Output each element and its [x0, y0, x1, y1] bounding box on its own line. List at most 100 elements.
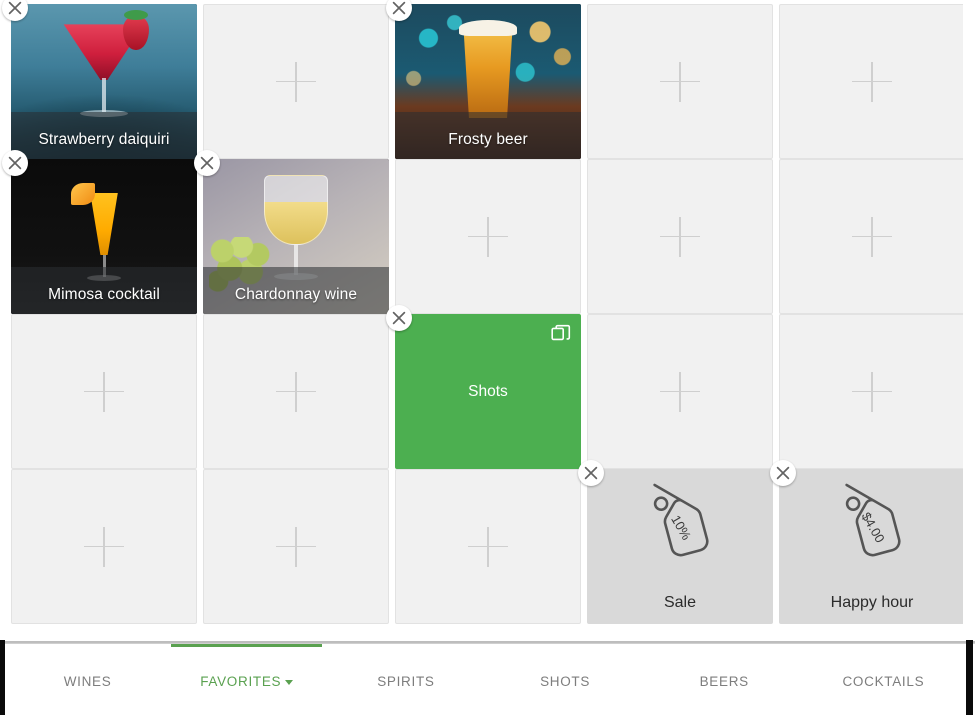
- plus-icon: [84, 372, 124, 412]
- add-product-tile[interactable]: [395, 159, 581, 314]
- close-icon: [391, 0, 407, 16]
- svg-text:10%: 10%: [668, 512, 694, 542]
- add-product-tile-surface: [587, 314, 773, 469]
- product-tile[interactable]: Strawberry daiquiri: [11, 4, 197, 159]
- product-tile-label: Strawberry daiquiri: [11, 131, 197, 149]
- bottom-tab-bar: WINES FAVORITES SPIRITS SHOTS BEERS COCKTAILS: [0, 636, 975, 718]
- product-tile-label: Mimosa cocktail: [11, 286, 197, 304]
- tile-remove-button[interactable]: [194, 150, 220, 176]
- close-icon: [391, 310, 407, 326]
- add-product-tile[interactable]: [779, 4, 965, 159]
- product-tile[interactable]: Frosty beer: [395, 4, 581, 159]
- tab-cocktails[interactable]: COCKTAILS: [804, 644, 963, 718]
- add-product-tile[interactable]: [11, 469, 197, 624]
- add-product-tile-surface: [395, 159, 581, 314]
- beer-foam-art: [459, 20, 517, 36]
- category-tile-surface: Shots: [395, 314, 581, 469]
- discount-tile[interactable]: 10% Sale: [587, 469, 773, 624]
- tile-remove-button[interactable]: [2, 150, 28, 176]
- copy-icon: [551, 324, 571, 344]
- tab-wines[interactable]: WINES: [8, 644, 167, 718]
- add-product-tile[interactable]: [395, 469, 581, 624]
- discount-tile[interactable]: $4.00Happy hour: [779, 469, 965, 624]
- tab-strip: WINES FAVORITES SPIRITS SHOTS BEERS COCKTAILS: [0, 644, 975, 718]
- plus-icon: [276, 527, 316, 567]
- left-scroll-edge: [0, 640, 5, 715]
- add-product-tile-surface: [395, 469, 581, 624]
- close-icon: [583, 465, 599, 481]
- discount-tile-surface: $4.00Happy hour: [779, 469, 965, 624]
- tab-favorites[interactable]: FAVORITES: [167, 644, 326, 718]
- product-tile-surface: Chardonnay wine: [203, 159, 389, 314]
- plus-icon: [852, 62, 892, 102]
- discount-tile-surface: 10% Sale: [587, 469, 773, 624]
- plus-icon: [468, 217, 508, 257]
- product-tile-label: Frosty beer: [395, 131, 581, 149]
- plus-icon: [660, 217, 700, 257]
- discount-tile-label: Sale: [587, 594, 773, 612]
- chevron-down-icon: [285, 680, 293, 685]
- product-tile-label: Chardonnay wine: [203, 286, 389, 304]
- tab-label: FAVORITES: [200, 674, 281, 689]
- champagne-flute-art: [89, 193, 119, 255]
- add-product-tile-surface: [203, 314, 389, 469]
- tab-spirits[interactable]: SPIRITS: [326, 644, 485, 718]
- product-tile[interactable]: Chardonnay wine: [203, 159, 389, 314]
- add-product-tile[interactable]: [203, 4, 389, 159]
- strawberry-garnish-art: [123, 16, 149, 50]
- tile-remove-button[interactable]: [386, 305, 412, 331]
- strawberry-leaf-art: [124, 10, 148, 20]
- add-product-tile-surface: [203, 4, 389, 159]
- close-icon: [7, 0, 23, 16]
- add-product-tile[interactable]: [587, 314, 773, 469]
- add-product-tile-surface: [779, 314, 965, 469]
- add-product-tile-surface: [779, 4, 965, 159]
- add-product-tile[interactable]: [203, 314, 389, 469]
- add-product-tile-surface: [587, 4, 773, 159]
- product-tile-surface: Frosty beer: [395, 4, 581, 159]
- add-product-tile[interactable]: [203, 469, 389, 624]
- add-product-tile[interactable]: [11, 314, 197, 469]
- add-product-tile[interactable]: [587, 159, 773, 314]
- category-tile[interactable]: Shots: [395, 314, 581, 469]
- tab-beers[interactable]: BEERS: [645, 644, 804, 718]
- tab-label: SHOTS: [540, 674, 590, 689]
- tile-grid: Strawberry daiquiri Frosty beer Mimosa coc…: [0, 0, 975, 636]
- product-tile[interactable]: Mimosa cocktail: [11, 159, 197, 314]
- plus-icon: [468, 527, 508, 567]
- price-tag-icon: 10%: [620, 483, 740, 567]
- add-product-tile[interactable]: [587, 4, 773, 159]
- grid-right-margin: [963, 0, 975, 636]
- category-tile-label: Shots: [395, 383, 581, 401]
- tab-label: COCKTAILS: [842, 674, 924, 689]
- close-icon: [775, 465, 791, 481]
- add-product-tile-surface: [11, 314, 197, 469]
- plus-icon: [276, 62, 316, 102]
- add-product-tile-surface: [587, 159, 773, 314]
- right-scroll-edge: [966, 640, 973, 715]
- add-product-tile-surface: [203, 469, 389, 624]
- add-product-tile[interactable]: [779, 314, 965, 469]
- plus-icon: [660, 372, 700, 412]
- plus-icon: [660, 62, 700, 102]
- tile-remove-button[interactable]: [578, 460, 604, 486]
- tab-shots[interactable]: SHOTS: [486, 644, 645, 718]
- plus-icon: [852, 372, 892, 412]
- glass-stem-art: [102, 78, 106, 112]
- tab-label: WINES: [64, 674, 112, 689]
- plus-icon: [276, 372, 316, 412]
- product-tile-surface: Strawberry daiquiri: [11, 4, 197, 159]
- add-product-tile-surface: [779, 159, 965, 314]
- orange-slice-garnish-art: [71, 183, 95, 205]
- plus-icon: [84, 527, 124, 567]
- add-product-tile[interactable]: [779, 159, 965, 314]
- wine-glass-bowl-art: [264, 175, 328, 245]
- plus-icon: [852, 217, 892, 257]
- close-icon: [7, 155, 23, 171]
- tab-label: SPIRITS: [377, 674, 434, 689]
- tab-label: BEERS: [700, 674, 749, 689]
- price-tag-icon: $4.00: [812, 483, 932, 567]
- product-grid-screen: Strawberry daiquiri Frosty beer Mimosa coc…: [0, 0, 975, 718]
- add-product-tile-surface: [11, 469, 197, 624]
- tile-remove-button[interactable]: [770, 460, 796, 486]
